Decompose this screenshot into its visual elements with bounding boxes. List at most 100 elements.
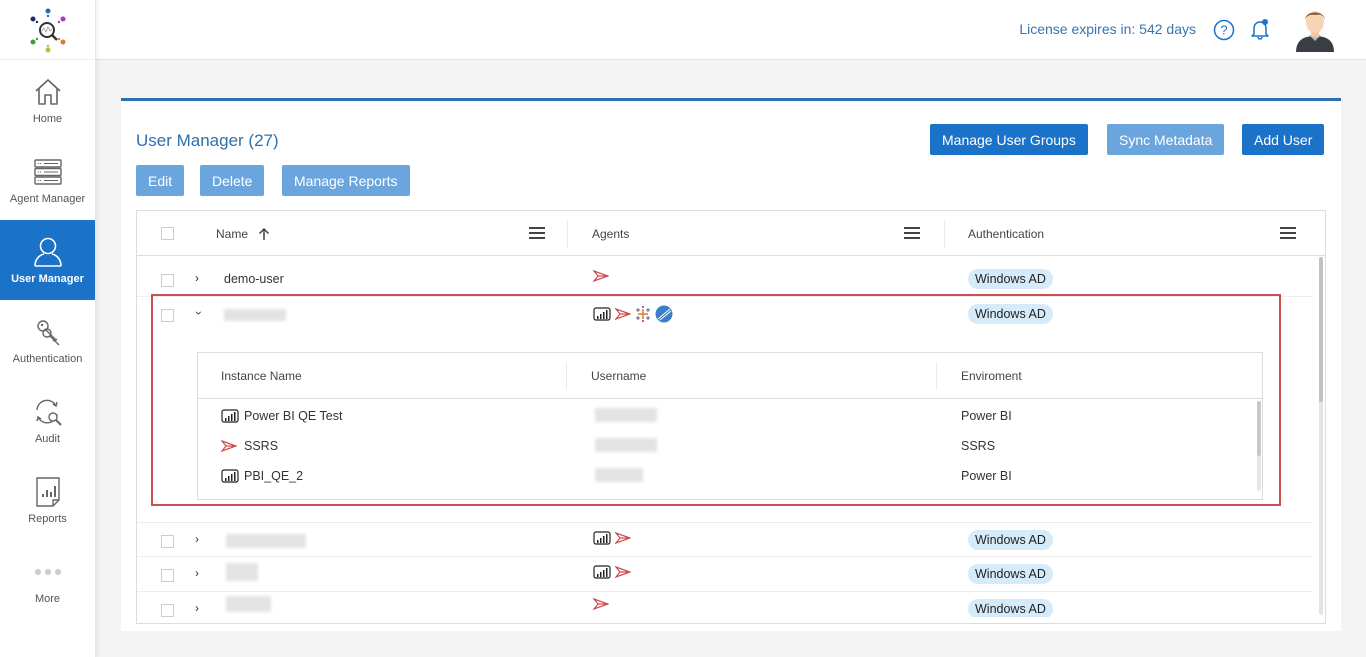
page-title: User Manager (27) [136, 131, 279, 150]
powerbi-icon [593, 307, 611, 321]
detail-column-environment[interactable]: Enviroment [961, 353, 1022, 399]
column-menu-icon[interactable] [1280, 227, 1296, 239]
row-checkbox[interactable] [161, 604, 174, 617]
column-header-label: Enviroment [961, 369, 1022, 383]
sidebar-item-home[interactable]: Home [0, 60, 95, 140]
sidebar-item-label: Reports [28, 513, 67, 525]
detail-column-username[interactable]: Username [591, 353, 646, 399]
expand-chevron-icon[interactable]: › [195, 532, 199, 546]
detail-header: Instance Name Username Enviroment [198, 353, 1262, 399]
environment-value: SSRS [961, 439, 996, 453]
redacted-username [595, 468, 643, 482]
agent-icons [593, 270, 609, 282]
column-header-label: Agents [592, 226, 630, 241]
column-header-label: Username [591, 369, 647, 383]
auth-badge: Windows AD [968, 599, 1053, 617]
row-checkbox[interactable] [161, 569, 174, 582]
column-header-name[interactable]: Name [216, 211, 270, 256]
ssrs-icon [615, 308, 631, 320]
auth-badge: Windows AD [968, 530, 1053, 550]
grid-scrollbar-thumb[interactable] [1319, 257, 1323, 402]
column-header-agents[interactable]: Agents [592, 211, 629, 256]
redacted-username [595, 408, 657, 422]
table-row[interactable]: › Windows AD [137, 557, 1312, 592]
delete-button[interactable]: Delete [200, 165, 265, 196]
add-user-button[interactable]: Add User [1242, 124, 1325, 155]
instance-detail-table: Instance Name Username Enviroment Power … [197, 352, 1263, 500]
tableau-icon [636, 306, 650, 322]
table-row[interactable]: › Windows AD [137, 592, 1312, 617]
ssrs-icon [615, 566, 631, 578]
sidebar-item-audit[interactable]: Audit [0, 380, 95, 460]
instance-name: SSRS [244, 439, 279, 453]
powerbi-icon [221, 409, 239, 423]
instance-name: Power BI QE Test [244, 409, 343, 423]
agent-icons [593, 531, 631, 545]
ssrs-icon [593, 270, 609, 282]
redacted-username [595, 438, 657, 452]
detail-scrollbar-thumb[interactable] [1257, 401, 1261, 456]
table-row[interactable]: › Windows AD [137, 522, 1312, 557]
expand-chevron-icon[interactable]: › [195, 271, 199, 285]
agent-icons [593, 305, 673, 323]
sort-ascending-icon[interactable] [258, 227, 270, 241]
app-logo[interactable] [0, 0, 95, 60]
collapse-chevron-icon[interactable]: › [192, 311, 206, 315]
sidebar-item-agent-manager[interactable]: Agent Manager [0, 140, 95, 220]
table-row[interactable]: › Windows AD [137, 297, 1312, 332]
sidebar-item-label: Authentication [12, 353, 83, 365]
detail-row[interactable]: PBI_QE_2 [221, 461, 303, 491]
more-dots-icon [34, 569, 61, 575]
column-separator [567, 220, 568, 248]
edit-button[interactable]: Edit [136, 165, 185, 196]
powerbi-icon [593, 565, 611, 579]
sidebar-item-label: More [34, 593, 61, 605]
redacted-user-name [226, 534, 306, 548]
detail-row[interactable]: Power BI QE Test [221, 401, 342, 431]
sidebar-item-label: Home [32, 113, 63, 125]
svg-text:?: ? [1220, 23, 1227, 38]
manage-user-groups-button[interactable]: Manage User Groups [930, 124, 1088, 155]
redacted-user-name [224, 309, 286, 321]
manage-reports-button[interactable]: Manage Reports [282, 165, 410, 196]
redacted-user-name [226, 596, 271, 612]
bell-icon[interactable] [1248, 17, 1272, 41]
detail-row[interactable]: SSRS [221, 431, 278, 461]
sidebar-item-reports[interactable]: Reports [0, 460, 95, 540]
column-header-label: Authentication [968, 226, 1045, 241]
grid-header: Name Agents Authentication [137, 211, 1325, 256]
column-menu-icon[interactable] [904, 227, 920, 239]
user-avatar[interactable] [1292, 6, 1338, 52]
powerbi-icon [221, 469, 239, 483]
sidebar-item-authentication[interactable]: Authentication [0, 300, 95, 380]
top-bar: License expires in: 542 days ? [96, 0, 1366, 60]
column-separator [944, 220, 945, 248]
keys-icon [36, 320, 59, 346]
user-manager-panel: User Manager (27) Edit Delete Manage Rep… [121, 98, 1341, 631]
column-menu-icon[interactable] [529, 227, 545, 239]
agent-icons [593, 565, 631, 579]
expand-chevron-icon[interactable]: › [195, 566, 199, 580]
row-checkbox[interactable] [161, 535, 174, 548]
sync-metadata-button[interactable]: Sync Metadata [1107, 124, 1225, 155]
sidebar-item-user-manager[interactable]: User Manager [0, 220, 95, 300]
table-row[interactable]: › demo-user Windows AD [137, 262, 1312, 297]
instance-name: PBI_QE_2 [244, 469, 304, 483]
server-icon [33, 159, 62, 185]
select-all-checkbox[interactable] [161, 227, 174, 240]
logo-icon [30, 8, 65, 52]
column-separator [566, 362, 567, 390]
column-header-authentication[interactable]: Authentication [968, 211, 1044, 256]
column-separator [936, 362, 937, 390]
sidebar-item-label: Audit [34, 433, 61, 445]
auth-badge: Windows AD [968, 304, 1053, 324]
detail-column-instance-name[interactable]: Instance Name [221, 353, 302, 399]
expand-chevron-icon[interactable]: › [195, 601, 199, 615]
ssrs-icon [593, 598, 609, 610]
help-icon[interactable]: ? [1213, 19, 1235, 41]
user-name: demo-user [224, 272, 284, 286]
row-checkbox[interactable] [161, 274, 174, 287]
home-icon [34, 79, 61, 105]
sidebar-item-more[interactable]: More [0, 540, 95, 620]
row-checkbox[interactable] [161, 309, 174, 322]
